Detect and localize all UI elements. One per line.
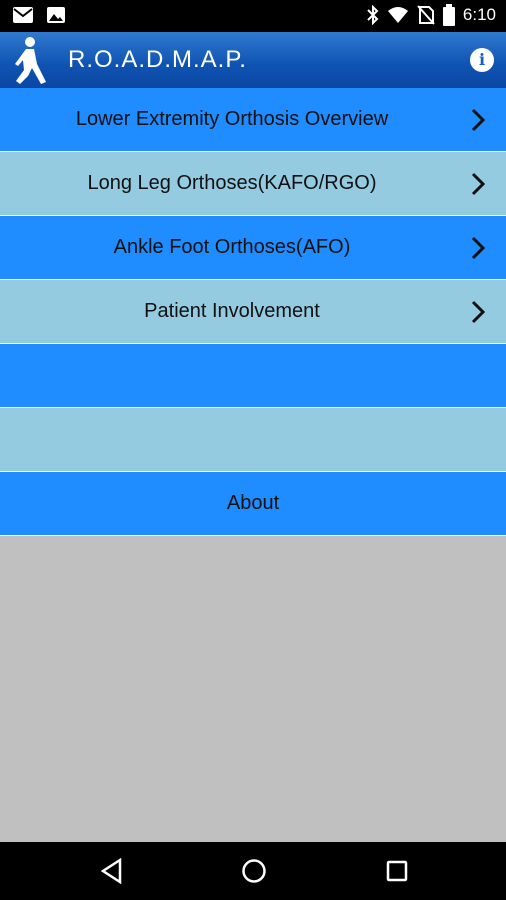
menu-item-label: Patient Involvement: [144, 300, 320, 322]
menu-item-patient-involvement[interactable]: Patient Involvement: [0, 280, 506, 344]
battery-icon: [442, 4, 455, 26]
info-icon[interactable]: i: [470, 48, 494, 72]
main-menu: Lower Extremity Orthosis Overview Long L…: [0, 88, 506, 536]
walking-person-icon: [15, 37, 46, 84]
menu-item-ankle-foot-orthoses[interactable]: Ankle Foot Orthoses(AFO): [0, 216, 506, 280]
back-triangle-icon[interactable]: [100, 858, 124, 884]
menu-item-label: Ankle Foot Orthoses(AFO): [113, 236, 351, 258]
home-circle-icon[interactable]: [241, 858, 267, 884]
menu-item-about[interactable]: About: [0, 472, 506, 536]
app-title: R.O.A.D.M.A.P.: [68, 46, 247, 73]
chevron-right-icon: [471, 236, 486, 260]
menu-item-long-leg-orthoses[interactable]: Long Leg Orthoses(KAFO/RGO): [0, 152, 506, 216]
recents-square-icon[interactable]: [385, 858, 409, 884]
status-time: 6:10: [462, 5, 496, 24]
menu-item-label: Lower Extremity Orthosis Overview: [75, 108, 389, 130]
menu-item-label: About: [226, 492, 280, 514]
status-bar: 6:10: [0, 0, 506, 32]
menu-item-empty: [0, 344, 506, 408]
chevron-right-icon: [471, 172, 486, 196]
menu-item-empty: [0, 408, 506, 472]
menu-item-overview[interactable]: Lower Extremity Orthosis Overview: [0, 88, 506, 152]
app-bar: R.O.A.D.M.A.P. i: [0, 32, 506, 88]
chevron-right-icon: [471, 300, 486, 324]
bluetooth-icon: [367, 5, 379, 25]
chevron-right-icon: [471, 108, 486, 132]
no-sim-icon: [417, 5, 435, 25]
gmail-icon: [13, 7, 33, 23]
image-icon: [47, 7, 65, 23]
wifi-icon: [387, 7, 408, 23]
menu-item-label: Long Leg Orthoses(KAFO/RGO): [87, 172, 377, 194]
system-nav-bar: [0, 842, 506, 900]
